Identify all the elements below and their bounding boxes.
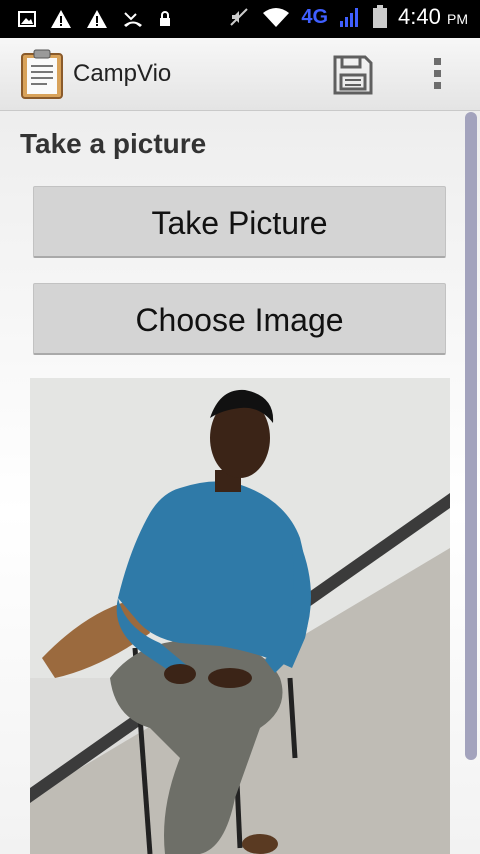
clock: 4:40 PM — [398, 4, 468, 30]
app-title: CampVio — [73, 60, 172, 87]
clock-time: 4:40 — [398, 4, 441, 29]
overflow-menu-icon[interactable] — [424, 54, 450, 96]
scrollbar[interactable] — [465, 112, 477, 760]
network-type-label: 4G — [301, 5, 329, 28]
warning-icon — [87, 10, 107, 28]
battery-icon — [373, 5, 388, 28]
system-icons: 4G 4:40 PM — [227, 4, 468, 30]
app-bar: CampVio — [0, 38, 480, 111]
choose-image-button[interactable]: Choose Image — [33, 283, 446, 355]
status-bar: 4G 4:40 PM — [0, 0, 480, 38]
wifi-icon — [263, 8, 290, 27]
signal-icon — [340, 8, 359, 27]
save-icon[interactable] — [332, 54, 374, 96]
warning-icon — [51, 10, 71, 28]
take-picture-button[interactable]: Take Picture — [33, 186, 446, 258]
clipboard-icon — [21, 49, 63, 99]
lock-icon — [160, 11, 170, 26]
mute-icon — [230, 8, 249, 26]
section-title: Take a picture — [20, 128, 207, 159]
missed-call-icon — [124, 12, 142, 27]
captured-photo — [30, 378, 450, 854]
gallery-icon — [18, 11, 36, 27]
clock-ampm: PM — [447, 11, 468, 27]
notification-icons — [18, 9, 172, 29]
